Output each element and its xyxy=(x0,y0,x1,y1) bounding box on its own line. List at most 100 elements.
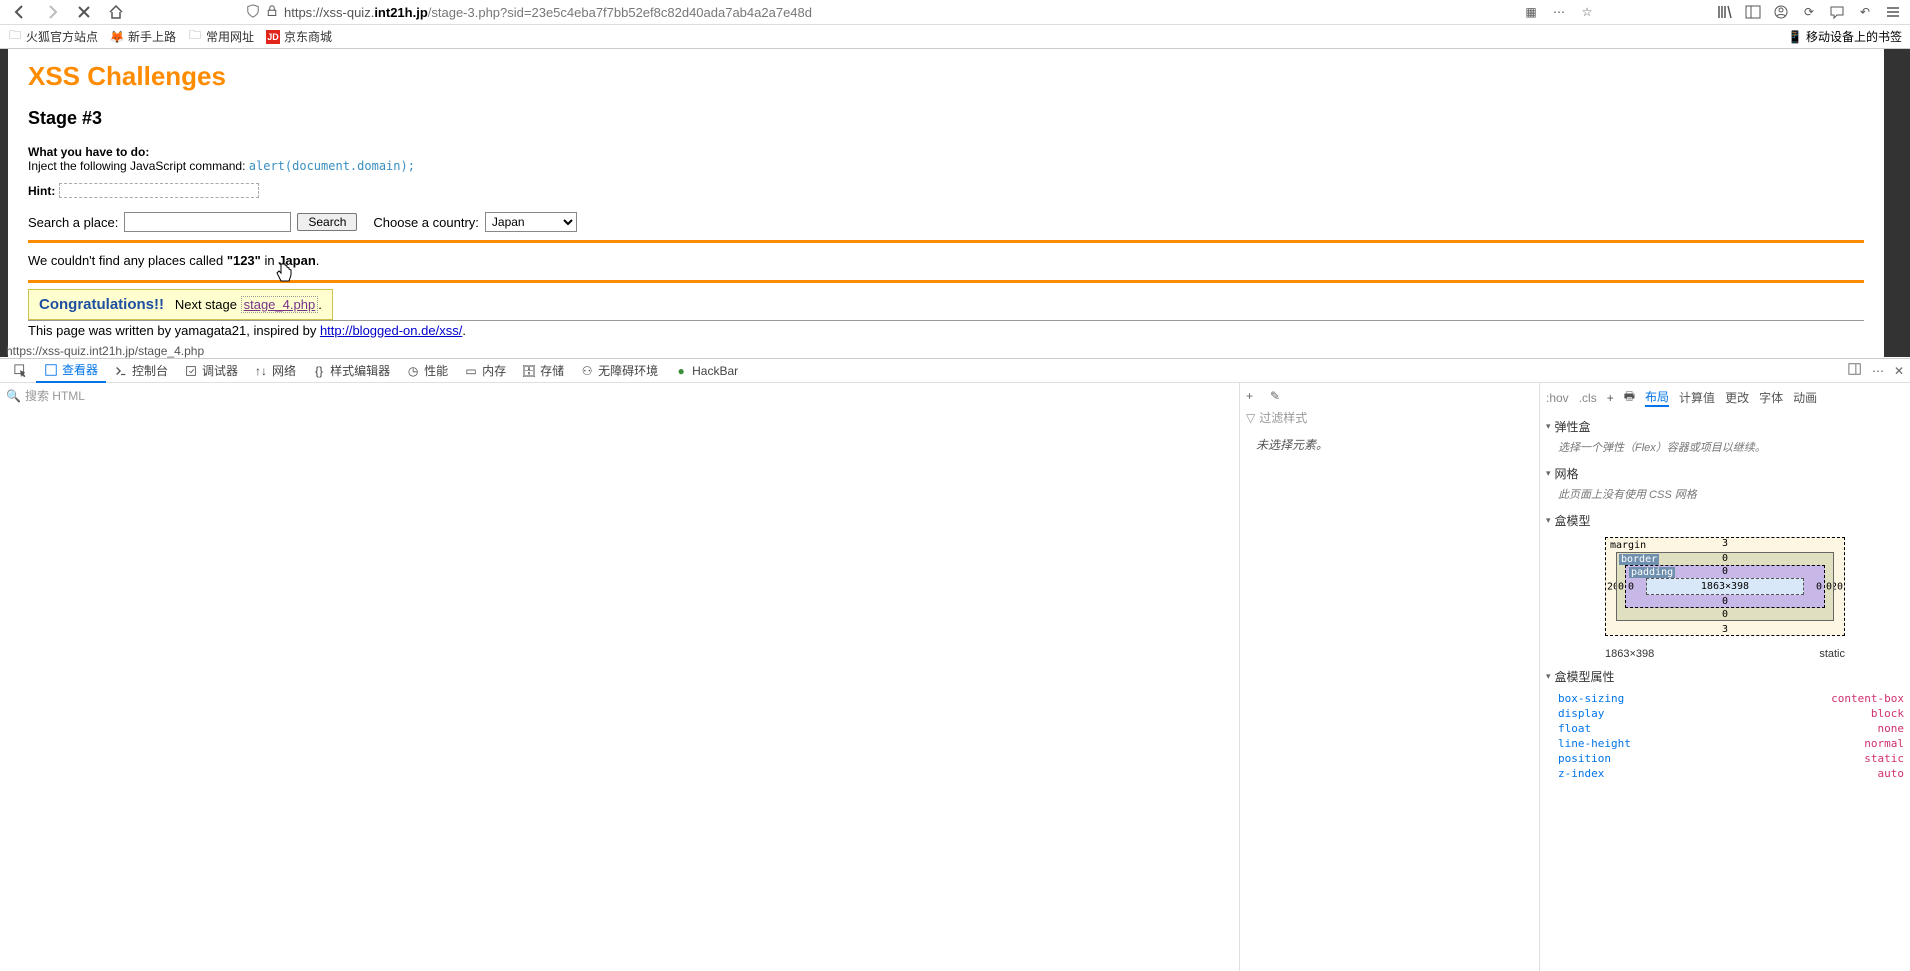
hov-toggle[interactable]: :hov xyxy=(1546,391,1569,405)
search-label: Search a place: xyxy=(28,215,118,230)
page-content: XSS Challenges Stage #3 What you have to… xyxy=(0,49,1910,357)
section-boxprops-header[interactable]: 盒模型属性 xyxy=(1546,668,1904,685)
search-icon: 🔍 xyxy=(6,389,21,403)
print-sim-icon[interactable]: 🖶 xyxy=(1624,387,1635,408)
devtools-close-icon[interactable]: ✕ xyxy=(1894,364,1904,378)
menu-icon[interactable] xyxy=(1884,3,1902,21)
inspect-element-button[interactable] xyxy=(6,359,36,383)
bookmark-jd[interactable]: JD京东商城 xyxy=(266,28,332,45)
forward-button[interactable] xyxy=(40,0,64,24)
prop-row: z-indexauto xyxy=(1546,766,1904,781)
bookmark-firefox[interactable]: 🗀火狐官方站点 xyxy=(8,28,98,45)
console-icon xyxy=(114,364,128,378)
account-icon[interactable] xyxy=(1772,3,1790,21)
tab-console[interactable]: 控制台 xyxy=(106,359,176,383)
devtools-tabs: 查看器 控制台 调试器 ↑↓网络 {}样式编辑器 ◷性能 ▭内存 🗄存储 ⚇无障… xyxy=(0,359,1910,383)
page-title: XSS Challenges xyxy=(28,61,1864,92)
shield-icon xyxy=(246,4,260,21)
back-button[interactable] xyxy=(8,0,32,24)
tab-changes[interactable]: 更改 xyxy=(1725,389,1749,406)
devtools-html-panel: 🔍 搜索 HTML xyxy=(0,383,1240,971)
tab-performance[interactable]: ◷性能 xyxy=(398,359,456,383)
sync-icon[interactable]: ⟳ xyxy=(1800,3,1818,21)
tab-layout[interactable]: 布局 xyxy=(1645,388,1669,407)
section-grid-header[interactable]: 网格 xyxy=(1546,465,1904,482)
prop-row: positionstatic xyxy=(1546,751,1904,766)
search-row: Search a place: Search Choose a country:… xyxy=(28,212,1864,232)
perf-icon: ◷ xyxy=(406,364,420,378)
firefox-icon: 🦊 xyxy=(110,30,124,44)
prop-row: line-heightnormal xyxy=(1546,736,1904,751)
tab-style-editor[interactable]: {}样式编辑器 xyxy=(304,359,398,383)
devtools-dock-icon[interactable] xyxy=(1848,362,1862,379)
footer-link[interactable]: http://blogged-on.de/xss/ xyxy=(320,323,462,338)
mobile-bookmarks[interactable]: 📱移动设备上的书签 xyxy=(1788,28,1902,45)
tab-fonts[interactable]: 字体 xyxy=(1759,389,1783,406)
undo-icon[interactable]: ↶ xyxy=(1856,3,1874,21)
sidebar-icon[interactable] xyxy=(1744,3,1762,21)
box-model-properties: box-sizingcontent-box displayblock float… xyxy=(1546,691,1904,781)
prop-row: box-sizingcontent-box xyxy=(1546,691,1904,706)
style-icon: {} xyxy=(312,364,326,378)
bookmark-common[interactable]: 🗀常用网址 xyxy=(188,28,254,45)
cls-toggle[interactable]: .cls xyxy=(1579,391,1597,405)
a11y-icon: ⚇ xyxy=(580,364,594,378)
lock-icon xyxy=(266,5,278,20)
home-button[interactable] xyxy=(104,0,128,24)
hint-box xyxy=(59,183,259,198)
next-stage-label: Next stage xyxy=(175,297,241,312)
tab-memory[interactable]: ▭内存 xyxy=(456,359,514,383)
prop-row: displayblock xyxy=(1546,706,1904,721)
tab-accessibility[interactable]: ⚇无障碍环境 xyxy=(572,359,666,383)
eyedropper-icon[interactable]: ✎ xyxy=(1270,389,1284,403)
devtools-layout-panel: :hov .cls + 🖶 布局 计算值 更改 字体 动画 弹性盒 选择一个弹性… xyxy=(1540,383,1910,971)
tab-hackbar[interactable]: ●HackBar xyxy=(666,359,746,383)
url-bar[interactable]: https://xss-quiz.int21h.jp/stage-3.php?s… xyxy=(246,4,812,21)
code-command: alert(document.domain); xyxy=(249,159,415,173)
tab-computed[interactable]: 计算值 xyxy=(1679,389,1715,406)
folder-icon: 🗀 xyxy=(8,30,22,44)
jd-icon: JD xyxy=(266,30,280,44)
storage-icon: 🗄 xyxy=(522,364,536,378)
chat-icon[interactable] xyxy=(1828,3,1846,21)
memory-icon: ▭ xyxy=(464,364,478,378)
tab-debugger[interactable]: 调试器 xyxy=(176,359,246,383)
more-icon[interactable]: ⋯ xyxy=(1550,3,1568,21)
bookmark-newbie[interactable]: 🦊新手上路 xyxy=(110,28,176,45)
footer-line: This page was written by yamagata21, ins… xyxy=(28,320,1864,338)
result-line: We couldn't find any places called "123"… xyxy=(28,249,1864,272)
library-icon[interactable] xyxy=(1716,3,1734,21)
mobile-icon: 📱 xyxy=(1788,30,1802,44)
folder-icon: 🗀 xyxy=(188,30,202,44)
tab-storage[interactable]: 🗄存储 xyxy=(514,359,572,383)
prop-row: floatnone xyxy=(1546,721,1904,736)
instructions-line: Inject the following JavaScript command:… xyxy=(28,159,1864,173)
add-icon[interactable]: + xyxy=(1607,391,1614,405)
country-label: Choose a country: xyxy=(373,215,479,230)
bookmarks-bar: 🗀火狐官方站点 🦊新手上路 🗀常用网址 JD京东商城 📱移动设备上的书签 xyxy=(0,25,1910,49)
devtools-styles-panel: + ✎ ▽ 过滤样式 未选择元素。 xyxy=(1240,383,1540,971)
section-grid: 网格 此页面上没有使用 CSS 网格 xyxy=(1546,465,1904,506)
network-icon: ↑↓ xyxy=(254,364,268,378)
grid-icon[interactable]: ▦ xyxy=(1522,3,1540,21)
bookmark-star-icon[interactable]: ☆ xyxy=(1578,3,1596,21)
html-search[interactable]: 🔍 搜索 HTML xyxy=(0,383,1239,408)
section-flexbox-header[interactable]: 弹性盒 xyxy=(1546,418,1904,435)
add-rule-icon[interactable]: + xyxy=(1246,389,1260,403)
filter-styles[interactable]: ▽ 过滤样式 xyxy=(1246,409,1533,426)
tab-network[interactable]: ↑↓网络 xyxy=(246,359,304,383)
inspector-icon xyxy=(44,363,58,377)
tab-inspector[interactable]: 查看器 xyxy=(36,359,106,383)
next-stage-link[interactable]: stage_4.php xyxy=(241,296,319,313)
section-boxmodel-header[interactable]: 盒模型 xyxy=(1546,512,1904,529)
url-text: https://xss-quiz.int21h.jp/stage-3.php?s… xyxy=(284,5,812,20)
box-model-diagram: margin 3 20 3 20 border 0 0 0 0 paddin xyxy=(1605,537,1845,660)
search-button[interactable]: Search xyxy=(297,213,357,231)
stop-button[interactable] xyxy=(72,0,96,24)
tab-animations[interactable]: 动画 xyxy=(1793,389,1817,406)
country-select[interactable]: Japan xyxy=(485,212,577,232)
devtools-more-icon[interactable]: ⋯ xyxy=(1872,364,1884,378)
filter-icon: ▽ xyxy=(1246,411,1255,425)
hackbar-icon: ● xyxy=(674,364,688,378)
search-input[interactable] xyxy=(124,212,291,232)
